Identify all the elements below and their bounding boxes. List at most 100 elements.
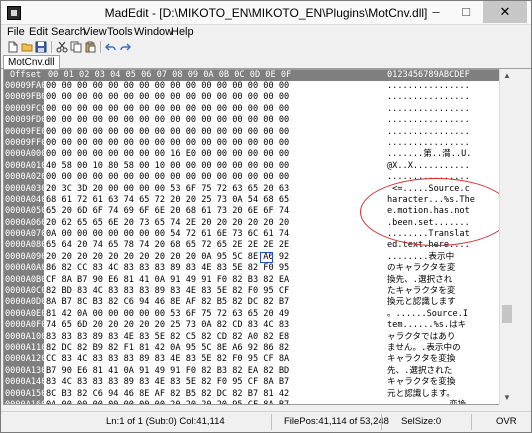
row-offset: 0000A0B0: (4, 274, 52, 287)
row-hex-bytes[interactable]: 81 42 0A 00 00 00 00 00 53 6F 75 72 63 6… (46, 309, 289, 320)
open-folder-icon[interactable] (21, 41, 33, 53)
row-ascii-text[interactable]: 元と認識します。 (387, 389, 455, 400)
row-hex-bytes[interactable]: 83 83 83 89 83 4E 83 5E 82 C5 82 CD 82 A… (46, 332, 289, 343)
menu-search[interactable]: Search (51, 25, 86, 39)
row-offset: 0000A160: (4, 399, 52, 404)
row-hex-bytes[interactable]: 00 00 00 00 00 00 00 00 00 00 00 00 00 0… (46, 81, 289, 92)
row-ascii-text[interactable]: ........表示中 (387, 252, 454, 263)
row-ascii-text[interactable]: ................ (387, 138, 470, 149)
row-ascii-text[interactable]: tem......%s.はキ (387, 320, 466, 331)
row-ascii-text[interactable]: たキャラクタを変 (387, 286, 455, 297)
row-offset: 0000A150: (4, 388, 52, 400)
menu-edit[interactable]: Edit (29, 25, 48, 39)
paste-icon[interactable] (84, 41, 96, 53)
row-hex-bytes[interactable]: 00 00 00 00 00 00 00 00 00 00 00 00 00 0… (46, 104, 289, 115)
row-offset: 0000A120: (4, 354, 52, 366)
row-hex-bytes[interactable]: 00 00 00 00 00 00 00 00 00 00 00 00 00 0… (46, 138, 289, 149)
status-separator (471, 414, 472, 430)
offset-header: Offset (4, 70, 44, 81)
row-ascii-text[interactable]: 。......Source.I (387, 309, 468, 320)
minimize-button[interactable]: – (421, 1, 451, 23)
undo-icon[interactable] (105, 41, 117, 53)
row-offset: 00009FD0: (4, 115, 52, 127)
row-hex-bytes[interactable]: 00 00 00 00 00 00 00 00 00 00 00 00 00 0… (46, 92, 289, 103)
row-hex-bytes[interactable]: 0A 00 00 00 00 00 00 00 20 20 20 20 95 C… (46, 400, 289, 404)
row-offset: 00009FA0: (4, 81, 52, 93)
row-hex-bytes[interactable]: 65 64 20 74 65 78 74 20 68 65 72 65 2E 2… (46, 240, 289, 251)
cut-icon[interactable] (56, 41, 68, 53)
row-offset: 0000A0F0: (4, 320, 52, 332)
row-offset: 0000A040: (4, 194, 52, 207)
row-offset: 0000A0C0: (4, 286, 52, 298)
row-hex-bytes[interactable]: 82 DC 82 B9 82 F1 81 42 0A 95 5C 8E A6 9… (46, 343, 289, 354)
row-offset: 0000A020: (4, 172, 52, 184)
hex-editor[interactable]: Offset 00 01 02 03 04 05 06 07 08 09 0A … (3, 69, 513, 405)
row-hex-bytes[interactable]: 8A B7 8C B3 82 C6 94 46 8E AF 82 B5 82 D… (46, 297, 289, 308)
row-hex-bytes[interactable]: 0A 00 00 00 00 00 00 00 54 72 61 6E 73 6… (46, 229, 289, 240)
row-hex-bytes[interactable]: 40 58 00 10 80 58 00 10 00 00 00 00 00 0… (46, 161, 289, 172)
row-ascii-text[interactable]: ................ (387, 81, 470, 92)
row-ascii-text[interactable]: ません。.表示中の (387, 343, 461, 354)
row-ascii-text[interactable]: 換先、.選択され (387, 275, 452, 286)
row-hex-bytes[interactable]: CC 83 4C 83 83 83 89 83 4E 83 5E 82 F0 9… (46, 354, 289, 365)
row-ascii-text[interactable]: ........ 変換 (387, 400, 466, 404)
copy-icon[interactable] (70, 41, 82, 53)
hex-header-text: 00 01 02 03 04 05 06 07 08 09 0A 0B 0C 0… (48, 70, 292, 80)
status-separator (381, 414, 382, 430)
scroll-down-icon[interactable]: ▼ (500, 391, 514, 405)
row-ascii-text[interactable]: ................ (387, 92, 470, 103)
row-hex-bytes[interactable]: 8C B3 82 C6 94 46 8E AF 82 B5 82 DC 82 B… (46, 389, 289, 400)
row-hex-bytes[interactable]: 00 00 00 00 00 00 00 00 00 00 00 00 00 0… (46, 127, 289, 138)
status-mode: OVR (496, 416, 517, 427)
vertical-scrollbar[interactable]: ▲ ▼ (499, 69, 513, 405)
title-bar[interactable]: MadEdit - [D:\MIKOTO_EN\MIKOTO_EN\Plugin… (1, 1, 531, 25)
row-offset: 00009FF0: (4, 137, 52, 150)
row-ascii-text[interactable]: のキャラクタを変 (387, 263, 455, 274)
tab-strip: MotCnv.dll (1, 55, 531, 69)
new-file-icon[interactable] (7, 41, 19, 53)
row-hex-bytes[interactable]: CF 8A B7 90 E6 81 41 0A 91 49 91 F0 82 B… (46, 275, 289, 286)
row-hex-bytes[interactable]: 20 3C 3D 20 00 00 00 00 53 6F 75 72 63 6… (46, 184, 289, 195)
status-position: Ln:1 of 1 (Sub:0) Col:41,114 (106, 416, 225, 427)
row-hex-bytes[interactable]: 86 82 CC 83 4C 83 83 83 89 83 4E 83 5E 8… (46, 263, 289, 274)
row-hex-bytes[interactable]: 68 61 72 61 63 74 65 72 20 20 25 73 0A 5… (46, 195, 289, 206)
row-ascii-text[interactable]: 換元と認識します (387, 297, 456, 308)
save-icon[interactable] (35, 41, 47, 53)
row-hex-bytes[interactable]: B7 90 E6 81 41 0A 91 49 91 F0 82 B3 82 E… (46, 366, 289, 377)
row-hex-bytes[interactable]: 00 00 00 00 00 00 00 00 16 E0 00 00 00 0… (46, 149, 289, 160)
row-ascii-text[interactable]: ャラクタではあり (387, 332, 455, 343)
row-hex-bytes[interactable]: 83 4C 83 83 83 89 83 4E 83 5E 82 F0 95 C… (46, 377, 289, 388)
redo-icon[interactable] (119, 41, 131, 53)
row-ascii-text[interactable]: キャラクタを変換 (387, 377, 455, 388)
scroll-thumb[interactable] (502, 305, 512, 323)
row-offset: 0000A130: (4, 365, 52, 378)
menu-view[interactable]: View (83, 25, 107, 39)
row-hex-bytes[interactable]: 20 20 20 20 20 20 20 20 20 20 0A 95 5C 8… (46, 252, 289, 263)
scroll-up-icon[interactable]: ▲ (500, 69, 514, 83)
row-ascii-text[interactable]: 先、.選択された (387, 366, 452, 377)
tab-motcnv-dll[interactable]: MotCnv.dll (3, 55, 60, 69)
row-offset: 0000A0D0: (4, 297, 52, 309)
maximize-button[interactable]: □ (451, 1, 481, 23)
row-ascii-text[interactable]: ................ (387, 127, 470, 138)
menu-file[interactable]: File (7, 25, 25, 39)
row-hex-bytes[interactable]: 00 00 00 00 00 00 00 00 00 00 00 00 00 0… (46, 115, 289, 126)
menu-window[interactable]: Window (134, 25, 173, 39)
close-button[interactable]: ✕ (483, 1, 527, 23)
row-offset: 0000A110: (4, 342, 52, 355)
toolbar-separator (100, 41, 101, 53)
row-hex-bytes[interactable]: 74 65 6D 20 20 20 20 20 25 73 0A 82 CD 8… (46, 320, 289, 331)
row-hex-bytes[interactable]: 20 62 65 65 6E 20 73 65 74 2E 20 20 20 2… (46, 218, 289, 229)
row-ascii-text[interactable]: @X..X........... (387, 161, 470, 172)
menu-tools[interactable]: Tools (107, 25, 133, 39)
row-ascii-text[interactable]: ................ (387, 104, 470, 115)
row-offset: 00009FC0: (4, 103, 52, 116)
row-ascii-text[interactable]: ................ (387, 115, 470, 126)
menu-help[interactable]: Help (171, 25, 194, 39)
row-offset: 0000A030: (4, 183, 52, 195)
row-hex-bytes[interactable]: 65 20 6D 6F 74 69 6F 6E 20 68 61 73 20 6… (46, 206, 289, 217)
row-hex-bytes[interactable]: 82 BD 83 4C 83 83 83 89 83 4E 83 5E 82 F… (46, 286, 289, 297)
row-ascii-text[interactable]: キャラクタを変換 (387, 354, 455, 365)
row-hex-bytes[interactable]: 00 00 00 00 00 00 00 00 00 00 00 00 00 0… (46, 172, 289, 183)
row-ascii-text[interactable]: .......第..潸..U. (387, 149, 471, 160)
